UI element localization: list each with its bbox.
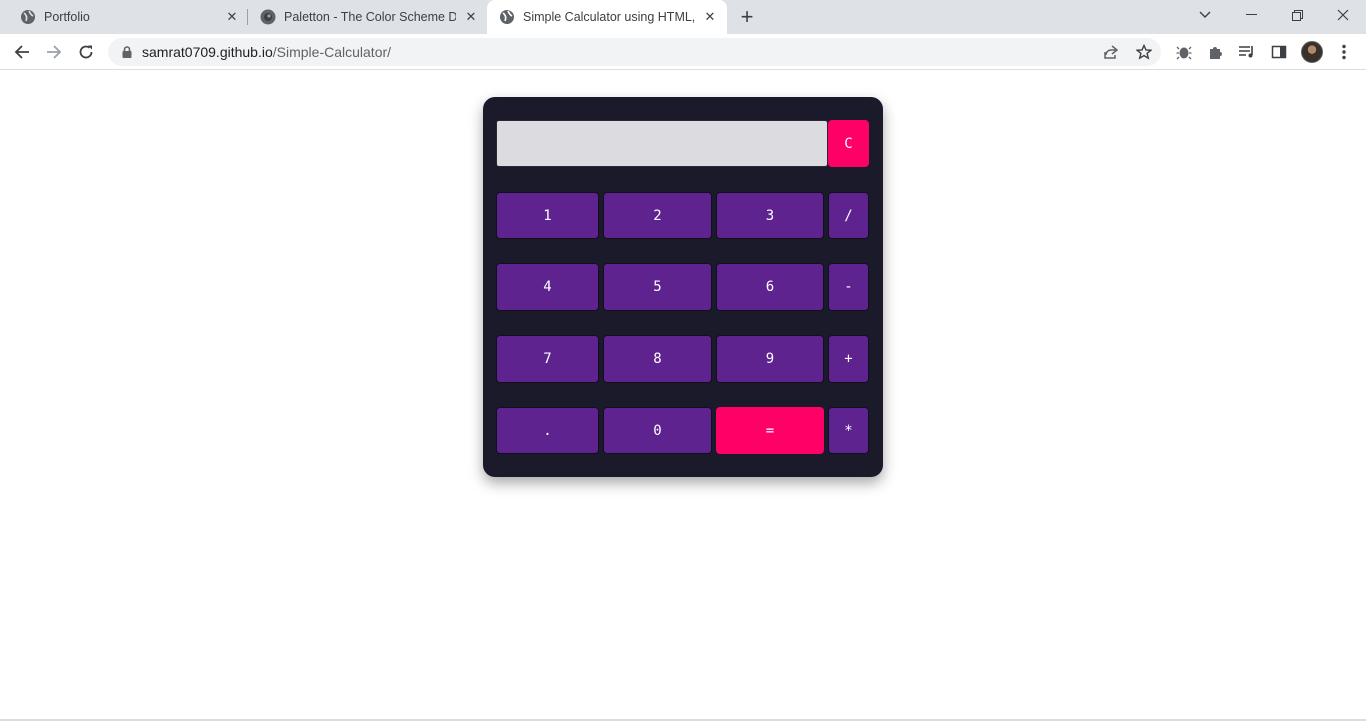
star-icon — [1136, 44, 1152, 60]
reload-icon — [79, 45, 93, 59]
globe-icon — [500, 10, 514, 24]
key-multiply[interactable]: * — [828, 407, 869, 454]
close-icon — [1337, 9, 1349, 21]
url-path: /Simple-Calculator/ — [272, 44, 392, 60]
clear-button[interactable]: C — [828, 120, 869, 167]
restore-icon — [1291, 9, 1303, 21]
tab-search-button[interactable] — [1182, 0, 1228, 30]
key-7[interactable]: 7 — [496, 335, 599, 383]
bookmark-button[interactable] — [1134, 42, 1154, 62]
key-6[interactable]: 6 — [716, 263, 824, 311]
bug-icon — [1176, 46, 1192, 60]
lock-icon — [122, 46, 132, 58]
extensions-button[interactable] — [1204, 40, 1228, 64]
share-icon — [1104, 45, 1119, 59]
share-button[interactable] — [1101, 42, 1121, 62]
forward-button[interactable] — [42, 40, 66, 64]
tab-title: Portfolio — [44, 10, 90, 24]
close-icon[interactable]: ✕ — [224, 9, 240, 25]
close-icon[interactable]: ✕ — [702, 9, 718, 25]
side-panel-button[interactable] — [1267, 40, 1291, 64]
calculator: C 1 2 3 / 4 5 6 - 7 8 9 + . 0 = * — [483, 97, 883, 477]
back-arrow-icon — [14, 45, 29, 59]
tab-title: Simple Calculator using HTML, CSS & Java… — [523, 10, 696, 24]
close-icon[interactable]: ✕ — [463, 9, 479, 25]
kebab-menu-icon — [1342, 44, 1346, 60]
url-text: samrat0709.github.io/Simple-Calculator/ — [142, 44, 391, 60]
key-5[interactable]: 5 — [603, 263, 712, 311]
tab-simple-calculator[interactable]: Simple Calculator using HTML, CSS & Java… — [487, 0, 727, 34]
chevron-down-icon — [1199, 11, 1211, 18]
key-add[interactable]: + — [828, 335, 869, 383]
paletton-icon — [260, 9, 276, 25]
menu-button[interactable] — [1332, 40, 1356, 64]
puzzle-icon — [1210, 47, 1222, 59]
globe-icon — [21, 10, 35, 24]
key-9[interactable]: 9 — [716, 335, 824, 383]
reload-button[interactable] — [74, 40, 98, 64]
media-icon — [1239, 46, 1253, 58]
key-subtract[interactable]: - — [828, 263, 869, 311]
key-1[interactable]: 1 — [496, 192, 599, 239]
equals-button[interactable]: = — [716, 407, 824, 454]
tab-title: Paletton - The Color Scheme Designer — [284, 10, 456, 24]
close-window-button[interactable] — [1320, 0, 1366, 30]
address-bar[interactable]: samrat0709.github.io/Simple-Calculator/ — [108, 38, 1161, 66]
key-3[interactable]: 3 — [716, 192, 824, 239]
plus-icon: + — [740, 4, 754, 29]
calculator-display[interactable] — [496, 120, 828, 167]
minimize-icon — [1245, 14, 1257, 15]
back-button[interactable] — [10, 40, 34, 64]
media-control-button[interactable] — [1235, 40, 1259, 64]
browser-toolbar: samrat0709.github.io/Simple-Calculator/ — [0, 34, 1366, 70]
tab-portfolio[interactable]: Portfolio ✕ — [8, 0, 246, 34]
key-2[interactable]: 2 — [603, 192, 712, 239]
restore-button[interactable] — [1274, 0, 1320, 30]
forward-arrow-icon — [47, 45, 62, 59]
key-divide[interactable]: / — [828, 192, 869, 239]
key-decimal[interactable]: . — [496, 407, 599, 454]
tab-strip: Portfolio ✕ Paletton - The Color Scheme … — [0, 0, 1366, 34]
key-0[interactable]: 0 — [603, 407, 712, 454]
new-tab-button[interactable]: + — [737, 4, 757, 29]
side-panel-icon — [1271, 45, 1287, 59]
url-host: samrat0709.github.io — [142, 44, 273, 60]
tab-paletton[interactable]: Paletton - The Color Scheme Designer ✕ — [248, 0, 486, 34]
minimize-button[interactable] — [1228, 0, 1274, 30]
key-8[interactable]: 8 — [603, 335, 712, 383]
avatar[interactable] — [1301, 41, 1323, 63]
key-4[interactable]: 4 — [496, 263, 599, 311]
extension-button[interactable] — [1172, 40, 1196, 64]
